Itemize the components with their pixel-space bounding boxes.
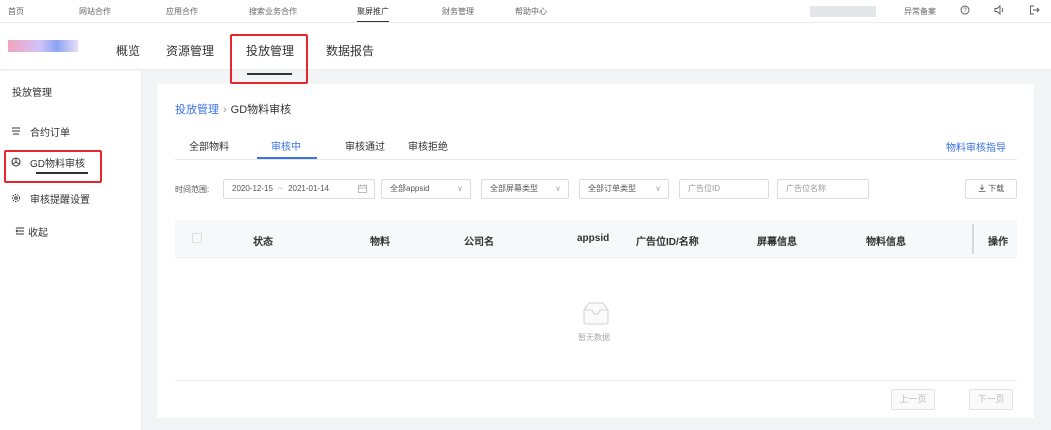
topnav-app-coop[interactable]: 应用合作 [166,6,198,17]
chevron-down-icon: ∨ [555,184,561,193]
breadcrumb-separator: › [223,104,227,116]
column-header-company: 公司名 [464,237,494,248]
tab-overview[interactable]: 概览 [116,42,140,59]
fixed-column-divider [972,224,974,254]
sidebar: 投放管理 合约订单 GD物料审核 审核提醒设置 收起 [0,71,142,430]
empty-inbox-icon [580,300,612,326]
sidebar-item-review-reminder[interactable]: 审核提醒设置 [10,191,90,206]
topnav-search-coop[interactable]: 搜索业务合作 [249,6,297,17]
screen-type-select[interactable]: 全部屏幕类型 ∨ [481,179,569,199]
tab-rejected[interactable]: 审核拒绝 [408,138,448,153]
column-header-slot: 广告位ID/名称 [636,237,699,248]
review-icon [10,157,22,170]
tab-active-underline [257,157,317,159]
sidebar-item-label: 收起 [28,228,48,239]
top-nav: 首页 网站合作 应用合作 搜索业务合作 聚屏推广 财务管理 帮助中心 异常备案 … [0,0,1051,23]
tab-all-materials[interactable]: 全部物料 [189,138,229,153]
logout-icon[interactable] [1029,5,1040,18]
date-range-label: 时间范围: [175,185,210,194]
sidebar-item-label: 审核提醒设置 [30,195,90,206]
topnav-screen-promo[interactable]: 聚屏推广 [357,6,389,22]
column-header-material-info: 物料信息 [866,237,906,248]
breadcrumb: 投放管理 › GD物料审核 [175,101,291,117]
topnav-finance[interactable]: 财务管理 [442,6,474,17]
sidebar-item-contract-orders[interactable]: 合约订单 [10,124,70,139]
sidebar-collapse[interactable]: 收起 [14,224,48,239]
tab-resource-management[interactable]: 资源管理 [166,42,214,59]
screen-type-select-value: 全部屏幕类型 [490,184,538,193]
topnav-home[interactable]: 首页 [8,6,24,17]
contract-icon [10,126,22,139]
slot-name-input[interactable]: 广告位名称 [777,179,869,199]
date-start: 2020-12-15 [232,184,273,193]
tab-approved[interactable]: 审核通过 [345,138,385,153]
slot-id-input[interactable]: 广告位ID [679,179,769,199]
sidebar-item-label: GD物料审核 [30,159,85,170]
download-label: 下载 [988,184,1005,193]
brand-logo [8,40,78,52]
abnormal-filing-link[interactable]: 异常备案 [904,6,936,17]
breadcrumb-parent[interactable]: 投放管理 [175,104,219,116]
gear-icon [10,193,22,206]
download-icon [978,184,988,193]
tab-delivery-management[interactable]: 投放管理 [246,42,294,59]
prev-page-button[interactable]: 上一页 [891,389,935,410]
sidebar-item-gd-review[interactable]: GD物料审核 [10,155,85,170]
speaker-icon[interactable] [994,5,1005,18]
topnav-website-coop[interactable]: 网站合作 [79,6,111,17]
download-button[interactable]: 下载 [965,179,1017,199]
next-page-button[interactable]: 下一页 [969,389,1013,410]
table-header: 状态 物料 公司名 appsid 广告位ID/名称 屏幕信息 物料信息 操作 [175,220,1017,258]
topnav-help-center[interactable]: 帮助中心 [515,6,547,17]
order-type-select-value: 全部订单类型 [588,184,636,193]
sidebar-active-underline [36,172,88,174]
breadcrumb-current: GD物料审核 [230,104,292,116]
column-header-material: 物料 [370,237,390,248]
sidebar-item-label: 合约订单 [30,128,70,139]
select-all-checkbox[interactable] [192,233,202,243]
main-panel: 投放管理 › GD物料审核 全部物料 审核中 审核通过 审核拒绝 物料审核指导 时间… [157,84,1034,418]
slot-id-placeholder: 广告位ID [688,184,720,193]
date-separator: ~ [278,184,283,193]
table-bottom-border [175,380,1017,381]
status-tabs: 全部物料 审核中 审核通过 审核拒绝 [175,132,1017,160]
tab-data-report[interactable]: 数据报告 [326,42,374,59]
chevron-down-icon: ∨ [655,184,661,193]
empty-state-text: 暂无数据 [578,333,610,342]
collapse-icon [14,226,26,239]
tab-under-review[interactable]: 审核中 [271,138,301,153]
date-end: 2021-01-14 [288,184,329,193]
calendar-icon [358,180,367,200]
account-name-redacted[interactable] [810,6,876,17]
appsid-select-value: 全部appsid [390,184,430,193]
sidebar-title: 投放管理 [12,88,52,99]
appsid-select[interactable]: 全部appsid ∨ [381,179,471,199]
sub-nav: 概览 资源管理 投放管理 数据报告 [0,23,1051,70]
column-header-screen-info: 屏幕信息 [757,237,797,248]
date-range-picker[interactable]: 2020-12-15 ~ 2021-01-14 [223,179,375,199]
chevron-down-icon: ∨ [457,184,463,193]
question-icon[interactable]: ? [960,5,970,18]
column-header-status: 状态 [253,237,273,248]
review-guide-link[interactable]: 物料审核指导 [946,139,1006,154]
slot-name-placeholder: 广告位名称 [786,184,826,193]
column-header-actions: 操作 [988,237,1008,248]
column-header-appsid: appsid [577,233,610,244]
order-type-select[interactable]: 全部订单类型 ∨ [579,179,669,199]
active-tab-underline [247,73,292,75]
